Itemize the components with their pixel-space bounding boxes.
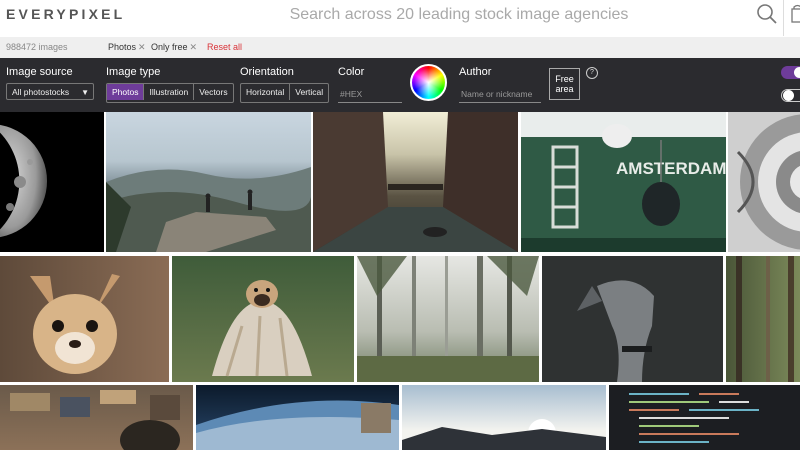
author-input[interactable] xyxy=(459,86,541,103)
active-filters-bar: 988472 images Photos ✕ Only free ✕ Reset a… xyxy=(0,37,800,58)
header-divider xyxy=(783,0,784,36)
search-icon[interactable] xyxy=(755,2,779,26)
color-hex-input[interactable] xyxy=(338,86,402,103)
amsterdam-boat-photo[interactable]: AMSTERDAM xyxy=(521,112,726,252)
everypixel-logo[interactable]: EVERYPIXEL xyxy=(6,6,125,22)
toggle-switch-on[interactable] xyxy=(781,66,800,79)
bag-icon[interactable] xyxy=(789,4,800,24)
image-source-label: Image source xyxy=(6,66,73,78)
earth-from-space-photo[interactable] xyxy=(196,385,399,450)
orientation-horizontal[interactable]: Horizontal xyxy=(241,84,291,100)
chip-label: Photos xyxy=(108,42,137,52)
pug-in-blanket-photo[interactable] xyxy=(172,256,354,382)
help-icon[interactable]: ? xyxy=(586,67,598,79)
moon-photo[interactable] xyxy=(0,112,104,252)
close-icon[interactable]: ✕ xyxy=(138,42,146,52)
image-type-photos[interactable]: Photos xyxy=(107,84,145,100)
chip-photos[interactable]: Photos ✕ xyxy=(108,42,146,53)
image-source-select[interactable]: All photostocks ▼ xyxy=(6,83,94,100)
close-icon[interactable]: ✕ xyxy=(190,42,198,52)
orientation-toggle: Horizontal Vertical xyxy=(240,83,330,103)
image-type-toggle: Photos Illustration Vectors xyxy=(106,83,234,103)
misty-forest-photo[interactable] xyxy=(357,256,539,382)
search-input[interactable] xyxy=(262,4,656,26)
chevron-down-icon: ▼ xyxy=(81,88,89,97)
image-type-vectors[interactable]: Vectors xyxy=(194,84,232,100)
image-type-label: Image type xyxy=(106,66,161,78)
canal-city-photo[interactable] xyxy=(313,112,518,252)
results-count: 988472 images xyxy=(6,42,68,52)
free-area-label: Free xyxy=(555,74,574,84)
dog-dark-background-photo[interactable] xyxy=(542,256,723,382)
sunset-mountains-photo[interactable] xyxy=(402,385,606,450)
orientation-vertical[interactable]: Vertical xyxy=(290,84,328,100)
image-source-value: All photostocks xyxy=(12,87,70,97)
toggle-knob xyxy=(794,67,800,78)
color-label: Color xyxy=(338,66,365,78)
free-area-button[interactable]: Free area xyxy=(549,68,580,100)
toggle-knob xyxy=(783,90,794,101)
image-type-illustration[interactable]: Illustration xyxy=(144,84,195,100)
free-area-label-2: area xyxy=(555,84,574,94)
svg-text:AMSTERDAM: AMSTERDAM xyxy=(616,159,726,178)
color-wheel-picker[interactable] xyxy=(410,64,447,101)
orientation-label: Orientation xyxy=(240,66,294,78)
author-label: Author xyxy=(459,66,492,78)
aerial-city-man-photo[interactable] xyxy=(0,385,193,450)
code-screen-photo[interactable] xyxy=(609,385,800,450)
hikers-on-cliff-photo[interactable] xyxy=(106,112,311,252)
chihuahua-photo[interactable] xyxy=(0,256,169,382)
spiral-staircase-photo[interactable] xyxy=(728,112,800,252)
chip-label: Only free xyxy=(151,42,188,52)
toggle-switch-off[interactable] xyxy=(781,89,800,102)
chip-only-free[interactable]: Only free ✕ xyxy=(151,42,197,53)
forest-partial-photo[interactable] xyxy=(726,256,800,382)
reset-all-link[interactable]: Reset all xyxy=(207,42,242,52)
filter-panel: Image source All photostocks ▼ Image typ… xyxy=(0,58,800,112)
